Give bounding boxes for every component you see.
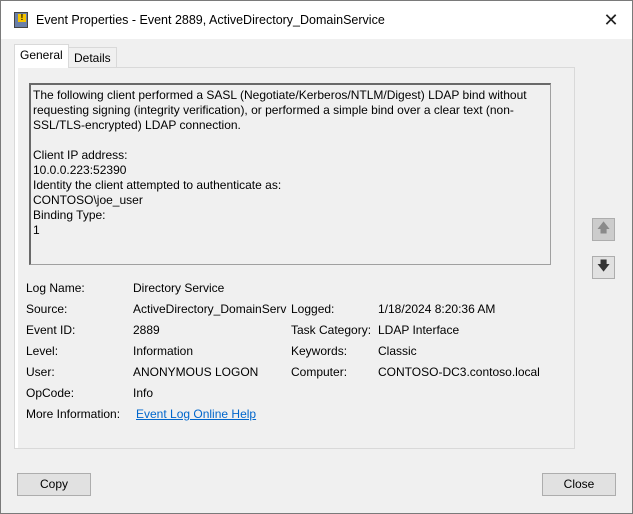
event-id-value: 2889 <box>133 323 160 337</box>
copy-button[interactable]: Copy <box>17 473 91 496</box>
event-properties-window: Event Properties - Event 2889, ActiveDir… <box>0 0 633 514</box>
opcode-value: Info <box>133 386 154 400</box>
title-bar: Event Properties - Event 2889, ActiveDir… <box>1 1 632 39</box>
event-log-online-help-link[interactable]: Event Log Online Help <box>136 407 256 421</box>
source-value: ActiveDirectory_DomainServ <box>133 302 287 316</box>
tab-general[interactable]: General <box>14 44 69 68</box>
computer-value: CONTOSO-DC3.contoso.local <box>378 365 540 379</box>
log-name-label: Log Name: <box>26 281 85 295</box>
logged-value: 1/18/2024 8:20:36 AM <box>378 302 496 316</box>
more-info-label: More Information: <box>26 407 121 421</box>
close-button[interactable]: Close <box>542 473 616 496</box>
event-viewer-icon <box>14 12 28 28</box>
event-description[interactable]: The following client performed a SASL (N… <box>29 83 551 265</box>
tab-details[interactable]: Details <box>68 47 117 69</box>
arrow-up-icon: 🡅 <box>596 219 611 235</box>
level-value: Information <box>133 344 194 358</box>
opcode-label: OpCode: <box>26 386 75 400</box>
log-name-value: Directory Service <box>133 281 225 295</box>
window-title: Event Properties - Event 2889, ActiveDir… <box>36 13 385 27</box>
previous-event-button[interactable]: 🡅 <box>592 218 615 241</box>
logged-label: Logged: <box>291 302 335 316</box>
user-value: ANONYMOUS LOGON <box>133 365 259 379</box>
source-label: Source: <box>26 302 68 316</box>
computer-label: Computer: <box>291 365 348 379</box>
arrow-down-icon: 🡇 <box>596 257 611 273</box>
task-category-label: Task Category: <box>291 323 372 337</box>
task-category-value: LDAP Interface <box>378 323 460 337</box>
next-event-button[interactable]: 🡇 <box>592 256 615 279</box>
event-id-label: Event ID: <box>26 323 76 337</box>
keywords-value: Classic <box>378 344 417 358</box>
user-label: User: <box>26 365 55 379</box>
level-label: Level: <box>26 344 59 358</box>
close-icon[interactable]: ✕ <box>598 7 624 33</box>
keywords-label: Keywords: <box>291 344 348 358</box>
